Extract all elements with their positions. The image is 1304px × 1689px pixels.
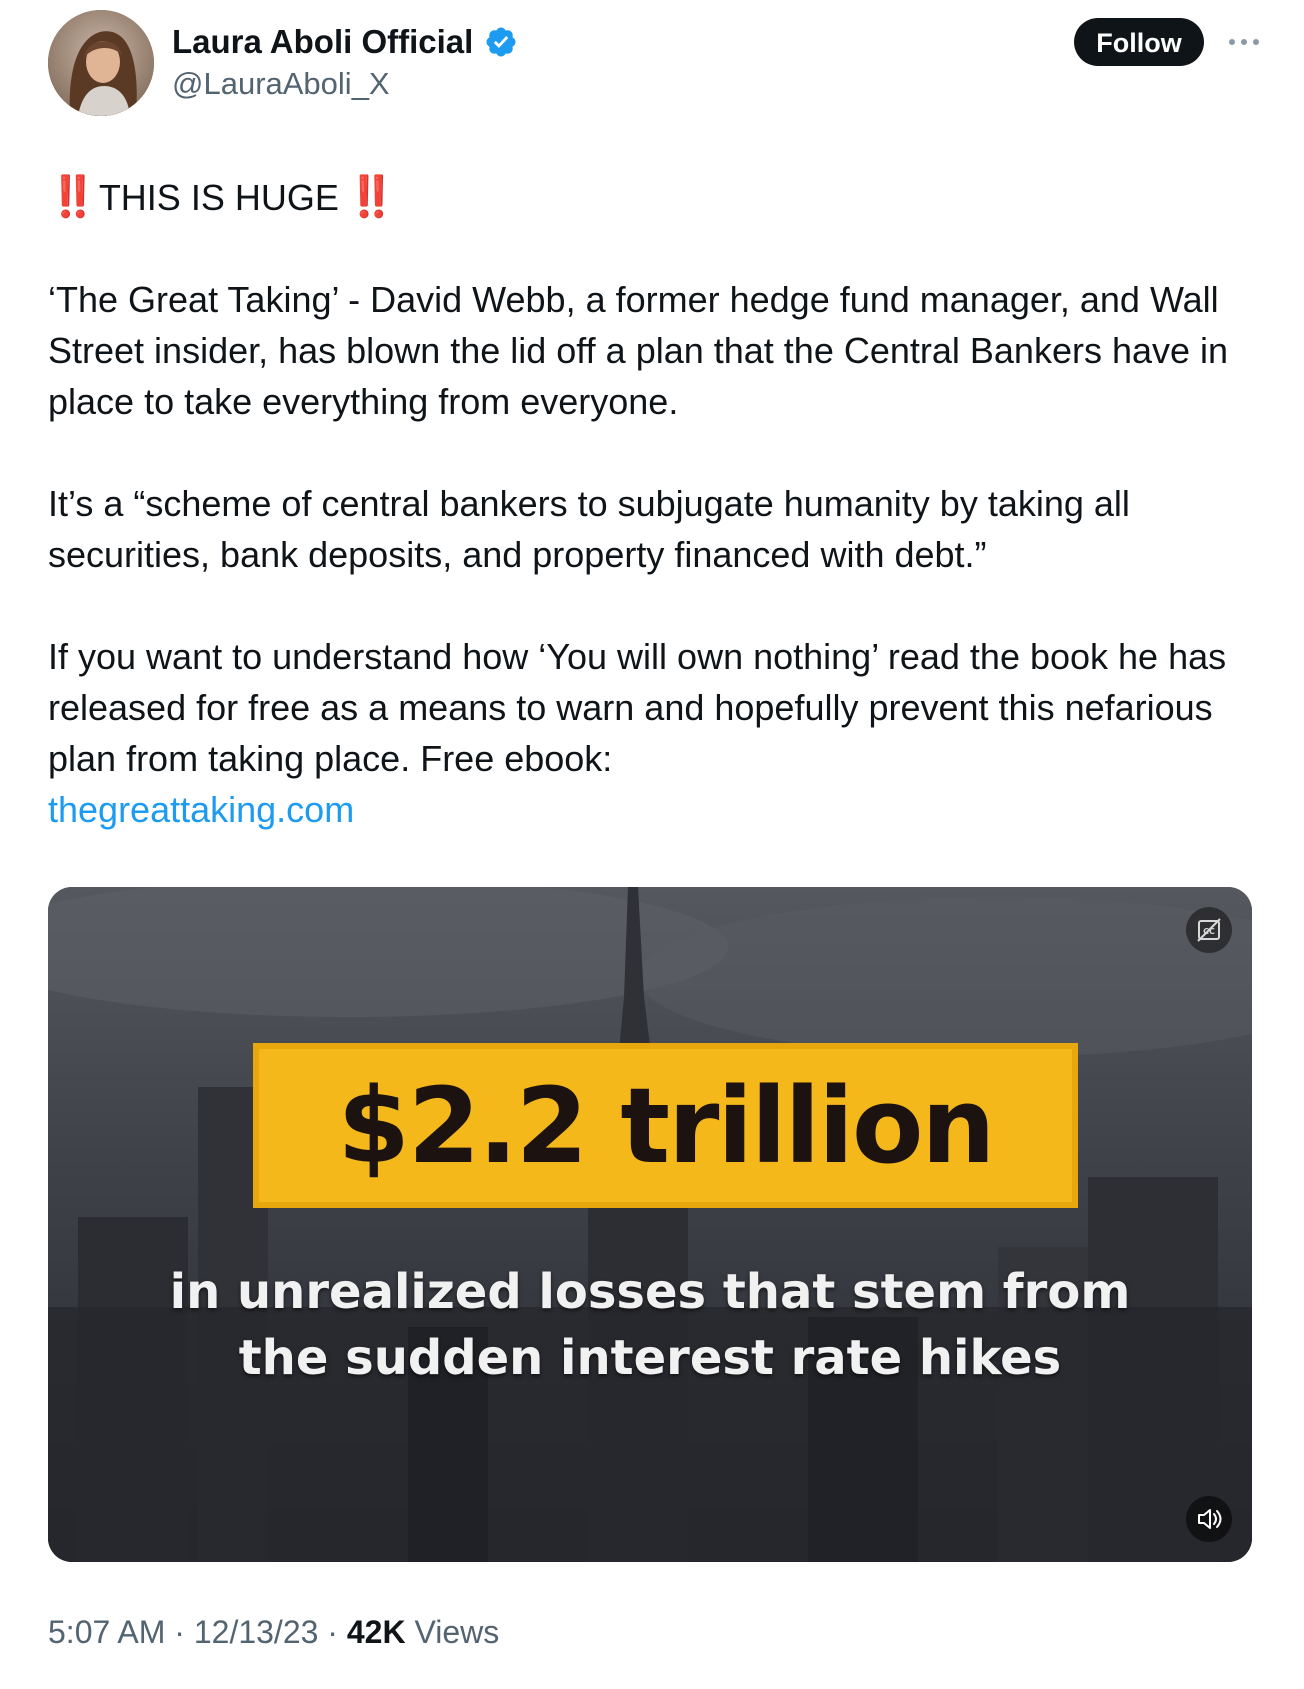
avatar[interactable] xyxy=(48,10,154,116)
tweet-headline: ‼️ THIS IS HUGE ‼️ xyxy=(48,172,1258,223)
follow-button[interactable]: Follow xyxy=(1074,18,1204,66)
video-caption-line: the sudden interest rate hikes xyxy=(238,1330,1062,1386)
double-exclamation-icon: ‼️ xyxy=(48,175,98,219)
tweet-date[interactable]: 12/13/23 xyxy=(194,1614,319,1650)
headline-text: THIS IS HUGE xyxy=(98,177,339,218)
tweet-paragraph: ‘The Great Taking’ - David Webb, a forme… xyxy=(48,279,1229,422)
tweet-paragraph: It’s a “scheme of central bankers to sub… xyxy=(48,483,1130,575)
more-dots-icon[interactable] xyxy=(1226,28,1262,56)
video-headline-box: $2.2 trillion xyxy=(253,1043,1078,1208)
video-caption-line: in unrealized losses that stem from xyxy=(169,1264,1131,1320)
video-caption: in unrealized losses that stem from the … xyxy=(168,1259,1132,1391)
video-headline: $2.2 trillion xyxy=(337,1064,996,1187)
meta-separator: · xyxy=(327,1614,338,1650)
closed-captions-icon[interactable]: CC xyxy=(1186,907,1232,953)
views-label: Views xyxy=(414,1614,500,1650)
views-count[interactable]: 42K xyxy=(347,1614,406,1650)
meta-separator: · xyxy=(174,1614,185,1650)
user-handle[interactable]: @LauraAboli_X xyxy=(172,64,390,104)
tweet-paragraph: If you want to understand how ‘You will … xyxy=(48,636,1227,779)
tweet-meta: 5:07 AM · 12/13/23 · 42K Views xyxy=(48,1612,499,1652)
verified-badge-icon xyxy=(484,25,518,59)
city-skyline-background xyxy=(48,887,1252,1562)
speaker-icon[interactable] xyxy=(1186,1496,1232,1542)
tweet-time[interactable]: 5:07 AM xyxy=(48,1614,165,1650)
video-player[interactable]: $2.2 trillion in unrealized losses that … xyxy=(48,887,1252,1562)
avatar-image xyxy=(48,10,154,116)
tweet-text: ‼️ THIS IS HUGE ‼️ ‘The Great Taking’ - … xyxy=(48,172,1258,835)
external-link[interactable]: thegreattaking.com xyxy=(48,789,354,830)
double-exclamation-icon: ‼️ xyxy=(346,175,397,219)
display-name[interactable]: Laura Aboli Official xyxy=(172,22,473,62)
